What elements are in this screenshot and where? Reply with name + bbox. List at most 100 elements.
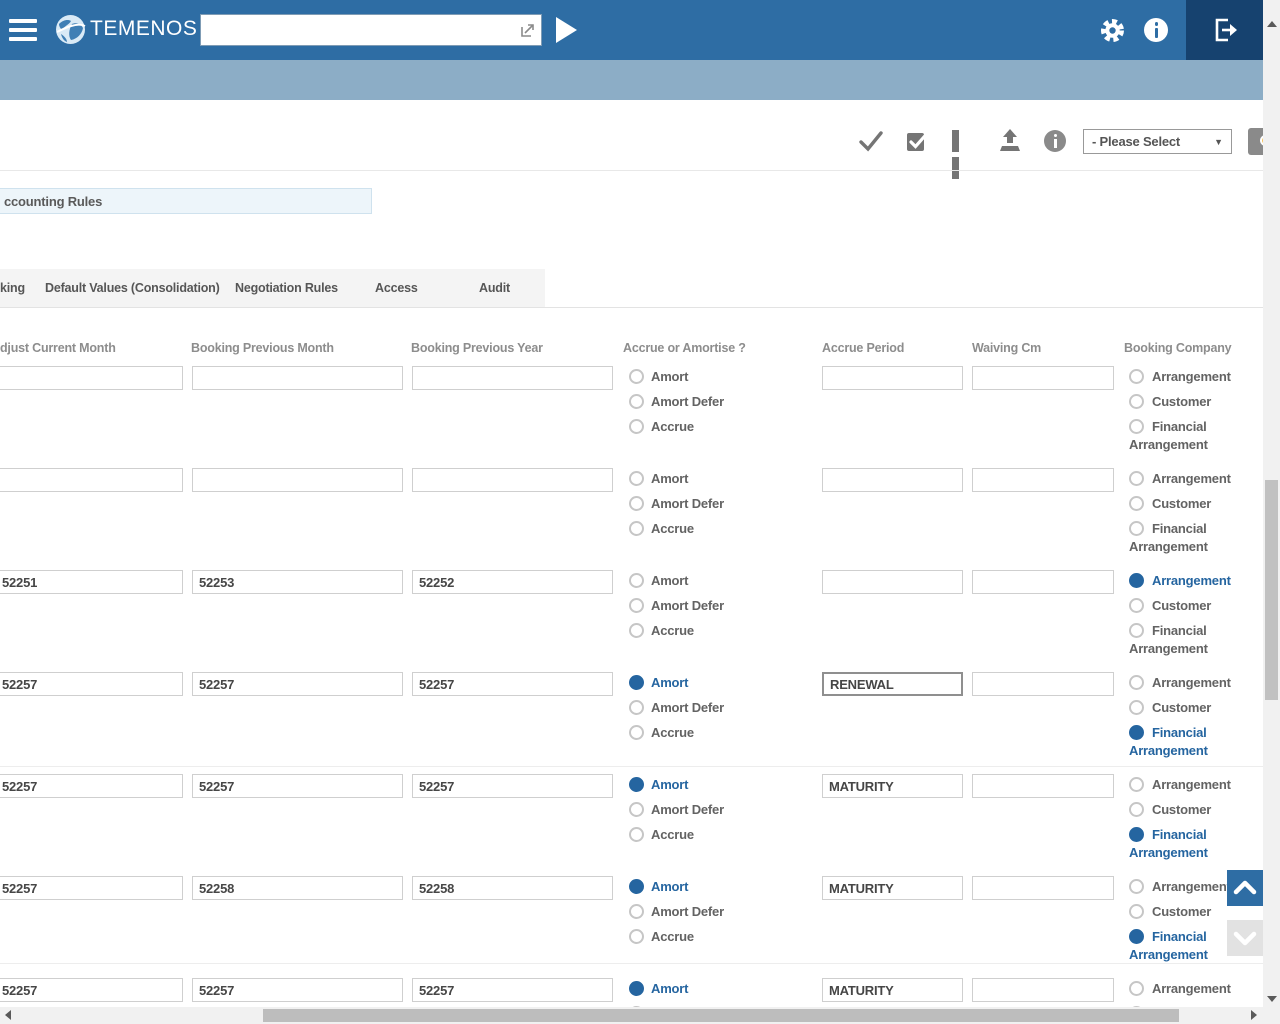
arrangement-radio[interactable] [1129,369,1144,384]
booking-previous-month-input[interactable] [192,978,403,1002]
customer-radio[interactable] [1129,598,1144,613]
booking-previous-year-input[interactable] [412,978,613,1002]
accrue-period-input[interactable] [822,468,963,492]
scrollbar-arrow-up-icon[interactable] [1267,21,1277,27]
amort-defer-radio[interactable] [629,598,644,613]
info-icon[interactable] [1044,130,1066,152]
waiving-cm-input[interactable] [972,978,1114,1002]
scroll-down-button[interactable] [1227,920,1263,956]
customer-radio-label: Customer [1152,495,1211,513]
arrangement-radio[interactable] [1129,573,1144,588]
amort-radio[interactable] [629,879,644,894]
booking-previous-year-input[interactable] [412,774,613,798]
customer-radio[interactable] [1129,496,1144,511]
amort-radio[interactable] [629,573,644,588]
column-header-booking-previous-year: Booking Previous Year [411,341,543,355]
hold-icon[interactable] [952,130,973,152]
version-select[interactable]: - Please Select ▼ [1083,129,1232,154]
customer-radio[interactable] [1129,904,1144,919]
arrangement-radio-label: Arrangement [1152,674,1231,692]
accrue-radio[interactable] [629,725,644,740]
booking-previous-month-input[interactable] [192,774,403,798]
booking-previous-year-input[interactable] [412,876,613,900]
tab-access[interactable]: Access [375,281,418,295]
waiving-cm-input[interactable] [972,876,1114,900]
amort-defer-radio[interactable] [629,394,644,409]
arrangement-radio[interactable] [1129,879,1144,894]
customer-radio[interactable] [1129,802,1144,817]
arrangement-radio[interactable] [1129,675,1144,690]
adjust-current-month-input[interactable] [0,468,183,492]
adjust-current-month-input[interactable] [0,978,183,1002]
tab-default-values-consolidation[interactable]: Default Values (Consolidation) [45,281,220,295]
customer-radio[interactable] [1129,394,1144,409]
tab-audit[interactable]: Audit [479,281,510,295]
booking-previous-year-input[interactable] [412,570,613,594]
gear-icon[interactable] [1099,17,1126,49]
adjust-current-month-input[interactable] [0,672,183,696]
arrangement-radio[interactable] [1129,471,1144,486]
search-input[interactable] [205,17,519,43]
booking-previous-month-input[interactable] [192,366,403,390]
waiving-cm-input[interactable] [972,672,1114,696]
launch-icon[interactable] [519,22,536,44]
vertical-scrollbar-thumb[interactable] [1265,480,1278,700]
accrue-period-input[interactable] [822,366,963,390]
arrangement-radio-label: Arrangement [1152,470,1231,488]
waiving-cm-input[interactable] [972,468,1114,492]
approve-check-icon[interactable] [858,128,884,159]
amort-radio[interactable] [629,777,644,792]
amort-defer-radio[interactable] [629,700,644,715]
amort-radio[interactable] [629,675,644,690]
booking-previous-month-input[interactable] [192,570,403,594]
amort-radio[interactable] [629,471,644,486]
field-row: AmortAmort DeferAccrue ArrangementCustom… [0,978,1264,1007]
amort-defer-radio[interactable] [629,496,644,511]
arrangement-radio[interactable] [1129,777,1144,792]
accrue-radio[interactable] [629,827,644,842]
customer-radio[interactable] [1129,700,1144,715]
scroll-up-button[interactable] [1227,870,1263,906]
arrangement-radio[interactable] [1129,981,1144,996]
chevron-up-icon [1233,878,1257,898]
accrue-radio[interactable] [629,929,644,944]
amort-radio[interactable] [629,369,644,384]
column-header-adjust-current-month: djust Current Month [0,341,116,355]
booking-previous-year-input[interactable] [412,672,613,696]
tab-booking[interactable]: king [0,281,25,295]
hamburger-menu-icon[interactable] [9,19,37,41]
accrue-period-input[interactable] [822,570,963,594]
adjust-current-month-input[interactable] [0,570,183,594]
scrollbar-arrow-right-icon[interactable] [1251,1010,1257,1020]
accrue-period-input[interactable] [822,978,963,1002]
waiving-cm-input[interactable] [972,774,1114,798]
signout-button[interactable] [1186,0,1264,60]
scrollbar-arrow-left-icon[interactable] [5,1010,11,1020]
upload-icon[interactable] [998,128,1022,159]
accrue-radio[interactable] [629,521,644,536]
accrue-period-input[interactable] [822,672,963,696]
amort-defer-radio[interactable] [629,802,644,817]
accrue-period-input[interactable] [822,774,963,798]
adjust-current-month-input[interactable] [0,366,183,390]
scrollbar-arrow-down-icon[interactable] [1267,996,1277,1002]
adjust-current-month-input[interactable] [0,876,183,900]
waiving-cm-input[interactable] [972,366,1114,390]
waiving-cm-input[interactable] [972,570,1114,594]
amort-radio[interactable] [629,981,644,996]
booking-previous-year-input[interactable] [412,468,613,492]
amort-defer-radio[interactable] [629,904,644,919]
booking-previous-month-input[interactable] [192,876,403,900]
tab-negotiation-rules[interactable]: Negotiation Rules [235,281,338,295]
run-command-icon[interactable] [556,17,577,43]
accrue-radio[interactable] [629,623,644,638]
booking-previous-year-input[interactable] [412,366,613,390]
adjust-current-month-input[interactable] [0,774,183,798]
booking-previous-month-input[interactable] [192,672,403,696]
accrue-period-input[interactable] [822,876,963,900]
accrue-radio[interactable] [629,419,644,434]
info-icon[interactable] [1144,18,1168,42]
horizontal-scrollbar-thumb[interactable] [263,1009,1179,1022]
booking-previous-month-input[interactable] [192,468,403,492]
validate-icon[interactable] [905,128,931,159]
